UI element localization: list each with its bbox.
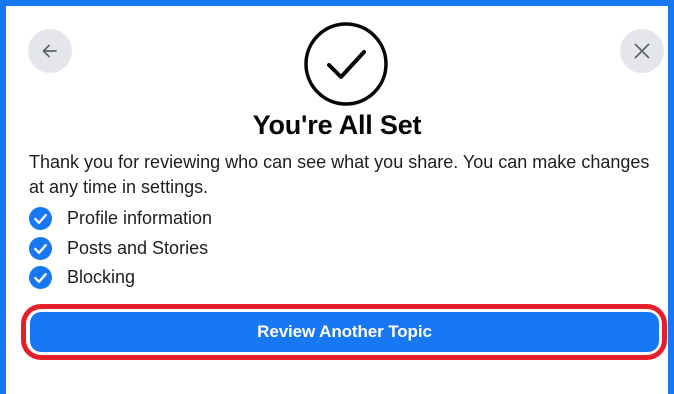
blue-check-circle-icon	[29, 266, 52, 290]
review-another-topic-button[interactable]: Review Another Topic	[30, 312, 659, 352]
back-button[interactable]	[28, 29, 72, 73]
list-item-label: Blocking	[67, 267, 136, 288]
dialog: You're All Set Thank you for reviewing w…	[0, 0, 674, 394]
reviewed-topics-list: Profile information Posts and Stories Bl…	[29, 204, 212, 293]
list-item: Posts and Stories	[29, 234, 212, 264]
dialog-border-right	[668, 0, 674, 394]
dialog-description: Thank you for reviewing who can see what…	[29, 152, 650, 197]
close-button[interactable]	[620, 29, 664, 73]
dialog-border-top	[0, 0, 674, 6]
blue-check-circle-icon	[29, 236, 52, 260]
dialog-border-left	[0, 0, 6, 394]
checkmark-circle-icon	[304, 22, 388, 106]
list-item-label: Posts and Stories	[67, 237, 209, 258]
list-item: Blocking	[29, 263, 212, 293]
list-item: Profile information	[29, 204, 212, 234]
blue-check-circle-icon	[29, 207, 52, 231]
back-arrow-icon	[42, 44, 57, 58]
dialog-title: You're All Set	[252, 110, 422, 140]
list-item-label: Profile information	[67, 208, 213, 229]
close-icon	[634, 43, 650, 59]
